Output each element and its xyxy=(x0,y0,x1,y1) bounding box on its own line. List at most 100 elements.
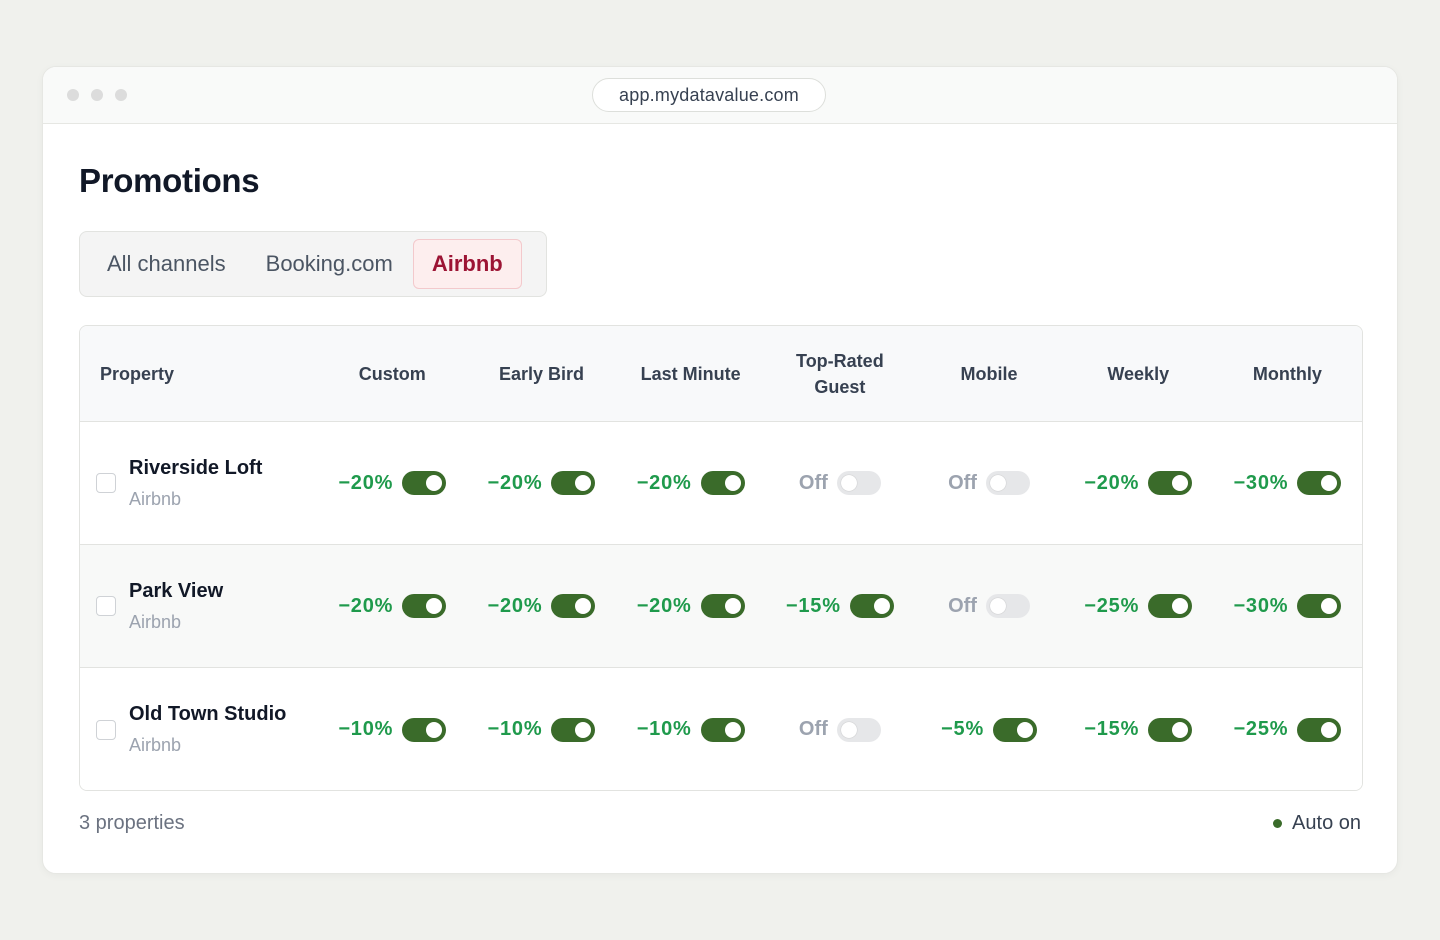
window-controls xyxy=(67,89,127,101)
promo-value: Off xyxy=(948,594,977,617)
promo-toggle-weekly[interactable] xyxy=(1148,594,1193,618)
promo-cell-mobile: −5% xyxy=(914,717,1063,742)
promo-cell-mobile: Off xyxy=(914,594,1063,618)
promo-toggle-custom[interactable] xyxy=(402,594,447,618)
minimize-window-dot[interactable] xyxy=(91,89,103,101)
promo-cell-custom: −10% xyxy=(318,717,467,742)
property-info: Riverside Loft Airbnb xyxy=(129,457,262,510)
promo-toggle-custom[interactable] xyxy=(402,717,447,742)
promotions-table: Property Custom Early Bird Last Minute T… xyxy=(79,325,1363,791)
property-info: Old Town Studio Airbnb xyxy=(129,703,286,756)
property-channel: Airbnb xyxy=(129,611,182,632)
promo-value: −25% xyxy=(1233,718,1289,740)
auto-status: Auto on xyxy=(1273,812,1361,835)
url-bar[interactable]: app.mydatavalue.com xyxy=(592,78,826,112)
promo-value: Off xyxy=(948,471,977,494)
property-cell: Old Town Studio Airbnb xyxy=(80,703,318,756)
promo-cell-weekly: −15% xyxy=(1064,717,1213,742)
promo-cell-mobile: Off xyxy=(914,471,1063,495)
promo-toggle-monthly[interactable] xyxy=(1297,471,1342,495)
header-top-rated-guest-label: Top-Rated Guest xyxy=(796,350,884,397)
promo-value: −20% xyxy=(487,594,543,617)
promo-cell-custom: −20% xyxy=(318,471,467,495)
promo-toggle-last-minute[interactable] xyxy=(700,717,745,742)
maximize-window-dot[interactable] xyxy=(115,89,127,101)
main-content: Promotions All channels Booking.com Airb… xyxy=(79,124,1363,873)
toggle-knob xyxy=(1172,475,1189,491)
table-body: Riverside Loft Airbnb −20% −20% −20% Off Off −2… xyxy=(80,422,1362,790)
promo-toggle-early-bird[interactable] xyxy=(551,471,596,495)
row-checkbox[interactable] xyxy=(96,719,116,740)
promo-cell-top-rated-guest: Off xyxy=(765,717,914,742)
row-checkbox[interactable] xyxy=(96,473,116,493)
promo-toggle-custom[interactable] xyxy=(402,471,447,495)
toggle-knob xyxy=(575,475,592,491)
promo-value: −25% xyxy=(1084,594,1140,617)
header-weekly: Weekly xyxy=(1107,363,1170,384)
promo-value: −30% xyxy=(1233,594,1289,617)
promo-toggle-top-rated-guest[interactable] xyxy=(836,717,881,742)
toggle-knob xyxy=(426,721,443,738)
promo-cell-weekly: −25% xyxy=(1064,594,1213,618)
auto-status-label: Auto on xyxy=(1292,812,1361,834)
close-window-dot[interactable] xyxy=(67,89,79,101)
promo-toggle-monthly[interactable] xyxy=(1297,594,1342,618)
promo-value: −10% xyxy=(338,718,394,740)
header-mobile: Mobile xyxy=(960,363,1018,384)
toggle-knob xyxy=(426,475,443,491)
promo-toggle-weekly[interactable] xyxy=(1148,471,1193,495)
promo-value: −20% xyxy=(636,471,692,494)
toggle-knob xyxy=(1017,721,1034,738)
property-name: Old Town Studio xyxy=(129,703,287,725)
promo-toggle-mobile[interactable] xyxy=(985,471,1030,495)
toggle-knob xyxy=(575,721,592,738)
promo-cell-weekly: −20% xyxy=(1064,471,1213,495)
promo-value: −20% xyxy=(338,471,394,494)
toggle-knob xyxy=(1172,721,1189,738)
promo-toggle-mobile[interactable] xyxy=(993,717,1038,742)
toggle-knob xyxy=(1321,598,1338,614)
header-custom: Custom xyxy=(358,363,426,384)
promo-value: −15% xyxy=(1084,718,1140,740)
promo-value: −20% xyxy=(487,471,543,494)
promo-toggle-last-minute[interactable] xyxy=(700,594,745,618)
promo-toggle-top-rated-guest[interactable] xyxy=(849,594,894,618)
promo-value: −5% xyxy=(941,718,985,740)
row-checkbox[interactable] xyxy=(96,596,116,616)
toggle-knob xyxy=(724,598,741,614)
toggle-knob xyxy=(724,475,741,491)
property-cell: Riverside Loft Airbnb xyxy=(80,457,318,510)
property-channel: Airbnb xyxy=(129,735,182,755)
toggle-knob xyxy=(989,598,1006,614)
promo-toggle-last-minute[interactable] xyxy=(700,471,745,495)
header-last-minute: Last Minute xyxy=(640,363,741,384)
promo-toggle-early-bird[interactable] xyxy=(551,594,596,618)
toggle-knob xyxy=(1321,721,1338,738)
toggle-knob xyxy=(1321,475,1338,491)
promo-cell-last-minute: −20% xyxy=(616,471,765,495)
toggle-knob xyxy=(724,721,741,738)
toggle-knob xyxy=(575,598,592,614)
promo-cell-monthly: −30% xyxy=(1213,594,1362,618)
tab-airbnb[interactable]: Airbnb xyxy=(412,239,522,289)
promo-cell-early-bird: −10% xyxy=(467,717,616,742)
promo-toggle-monthly[interactable] xyxy=(1297,717,1342,742)
tab-all-channels[interactable]: All channels xyxy=(87,239,246,289)
header-top-rated-guest: Top-Rated Guest xyxy=(765,348,914,400)
promo-cell-monthly: −30% xyxy=(1213,471,1362,495)
promo-toggle-mobile[interactable] xyxy=(985,594,1030,618)
promo-toggle-top-rated-guest[interactable] xyxy=(836,471,881,495)
toggle-knob xyxy=(873,598,890,614)
promo-value: −20% xyxy=(1084,471,1140,494)
tab-booking-com[interactable]: Booking.com xyxy=(246,239,413,289)
promo-cell-top-rated-guest: −15% xyxy=(765,594,914,618)
promo-cell-last-minute: −10% xyxy=(616,717,765,742)
header-monthly: Monthly xyxy=(1252,363,1322,384)
browser-titlebar: app.mydatavalue.com xyxy=(43,67,1397,124)
header-early-bird: Early Bird xyxy=(498,363,584,384)
property-info: Park View Airbnb xyxy=(129,580,223,633)
promo-toggle-early-bird[interactable] xyxy=(551,717,596,742)
table-header: Property Custom Early Bird Last Minute T… xyxy=(80,326,1362,422)
property-count: 3 properties xyxy=(79,812,185,834)
promo-toggle-weekly[interactable] xyxy=(1148,717,1193,742)
